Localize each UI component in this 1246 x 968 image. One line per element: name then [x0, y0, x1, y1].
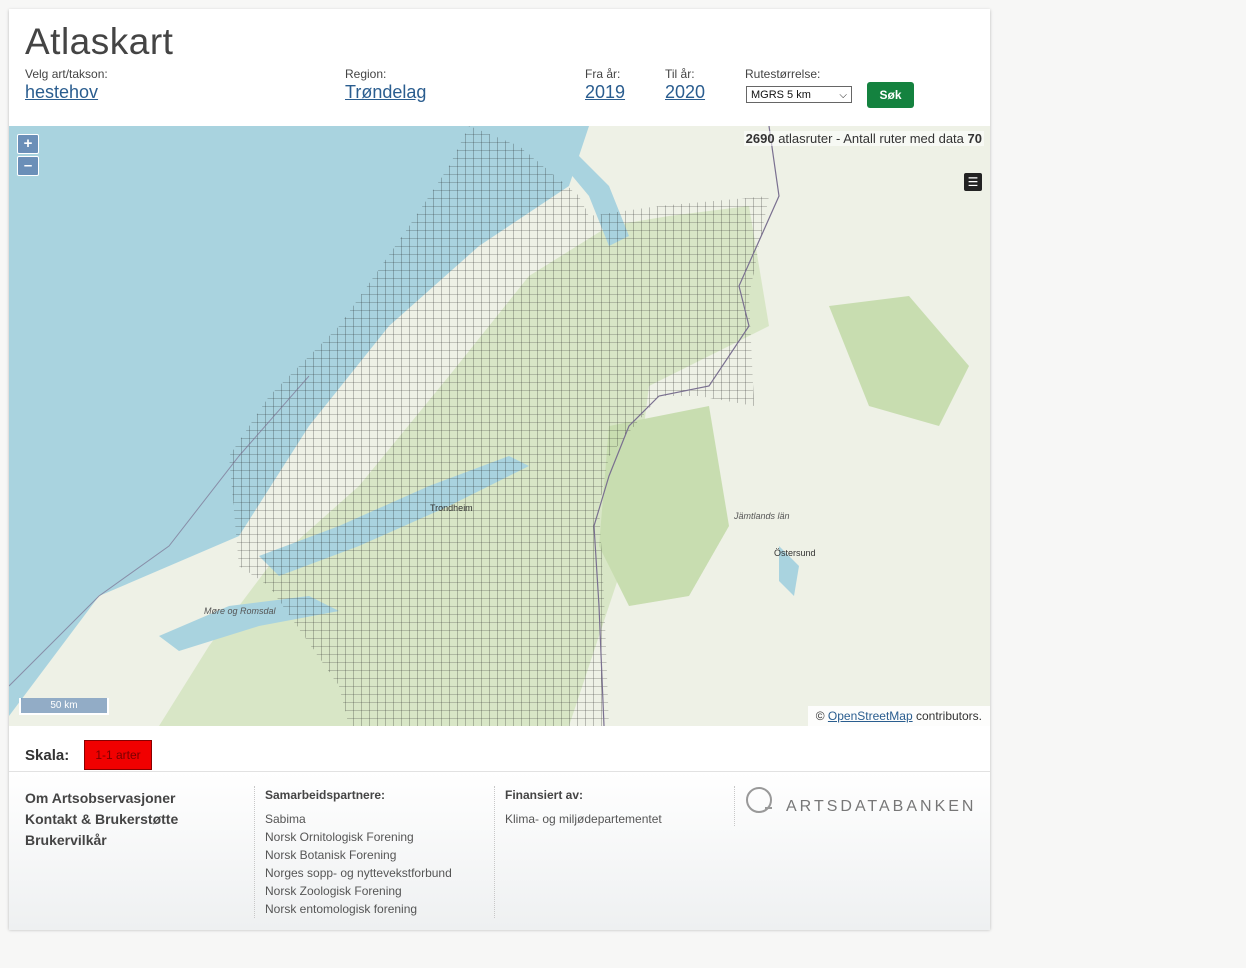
- partner-link[interactable]: Norsk Zoologisk Forening: [265, 884, 452, 902]
- from-year-field: Fra år: 2019: [585, 67, 625, 103]
- zoom-control: + –: [17, 134, 39, 178]
- map-canvas: Trondheim Jämtlands län Östersund Møre o…: [9, 126, 990, 726]
- footer-partners: Samarbeidspartnere: Sabima Norsk Ornitol…: [265, 788, 452, 920]
- legend-entry: 1-1 arter: [84, 740, 152, 770]
- partner-link[interactable]: Norsk entomologisk forening: [265, 902, 452, 920]
- grid-size-label: Rutestørrelse:: [745, 67, 821, 81]
- to-year-field: Til år: 2020: [665, 67, 705, 103]
- zoom-in-button[interactable]: +: [17, 134, 39, 154]
- footer-divider: [254, 786, 255, 918]
- region-label: Region:: [345, 67, 387, 81]
- place-label-ostersund: Östersund: [774, 548, 816, 558]
- zoom-out-button[interactable]: –: [17, 156, 39, 176]
- footer-link-contact[interactable]: Kontakt & Brukerstøtte: [25, 811, 178, 832]
- species-field: Velg art/takson: hestehov: [25, 67, 108, 103]
- logo-text: ARTSDATABANKEN: [786, 798, 977, 815]
- footer: Om Artsobservasjoner Kontakt & Brukerstø…: [9, 771, 990, 930]
- footer-divider: [494, 786, 495, 918]
- grid-size-select[interactable]: MGRS 5 km ⌵: [746, 86, 852, 103]
- page-title: Atlaskart: [25, 21, 174, 62]
- footer-link-about[interactable]: Om Artsobservasjoner: [25, 790, 178, 811]
- legend-title: Skala:: [25, 747, 70, 764]
- chevron-down-icon: ⌵: [839, 90, 847, 101]
- partner-link[interactable]: Sabima: [265, 812, 452, 830]
- route-info: 2690 atlasruter - Antall ruter med data …: [743, 131, 984, 146]
- osm-link[interactable]: OpenStreetMap: [828, 709, 913, 723]
- footer-main-links: Om Artsobservasjoner Kontakt & Brukerstø…: [25, 790, 178, 853]
- footer-divider: [734, 786, 735, 826]
- partner-link[interactable]: Norsk Ornitologisk Forening: [265, 830, 452, 848]
- funded-heading: Finansiert av:: [505, 788, 584, 802]
- from-year-label: Fra år:: [585, 67, 621, 81]
- attribution-suffix: contributors.: [915, 709, 982, 723]
- region-link[interactable]: Trøndelag: [345, 82, 426, 103]
- map-attribution: © OpenStreetMap contributors.: [807, 706, 990, 726]
- funder-link[interactable]: Klima- og miljødepartementet: [505, 812, 662, 830]
- place-label-jamtland: Jämtlands län: [733, 511, 790, 521]
- from-year-link[interactable]: 2019: [585, 82, 625, 103]
- attribution-prefix: ©: [815, 709, 825, 723]
- species-link[interactable]: hestehov: [25, 82, 98, 103]
- main-card: Atlaskart Velg art/takson: hestehov Regi…: [9, 9, 990, 930]
- routes-text: atlasruter - Antall ruter med data: [778, 131, 964, 146]
- partners-heading: Samarbeidspartnere:: [265, 788, 386, 802]
- atlas-map[interactable]: Trondheim Jämtlands län Östersund Møre o…: [9, 126, 990, 726]
- map-scale-bar: 50 km: [19, 698, 109, 715]
- partner-link[interactable]: Norsk Botanisk Forening: [265, 848, 452, 866]
- to-year-label: Til år:: [665, 67, 695, 81]
- search-button[interactable]: Søk: [867, 82, 914, 108]
- species-label: Velg art/takson:: [25, 67, 108, 81]
- place-label-more: Møre og Romsdal: [204, 606, 277, 616]
- footer-funding: Finansiert av: Klima- og miljødepartemen…: [505, 788, 662, 830]
- grid-size-field: Rutestørrelse:: [745, 67, 820, 81]
- layers-icon[interactable]: ☰: [964, 173, 982, 191]
- region-field: Region: Trøndelag: [345, 67, 426, 103]
- to-year-link[interactable]: 2020: [665, 82, 705, 103]
- routes-count: 2690: [745, 131, 775, 146]
- footer-link-terms[interactable]: Brukervilkår: [25, 832, 178, 853]
- logo-icon: [746, 787, 772, 813]
- routes-with-data: 70: [967, 131, 982, 146]
- grid-size-value: MGRS 5 km: [751, 89, 811, 101]
- partner-link[interactable]: Norges sopp- og nyttevekstforbund: [265, 866, 452, 884]
- place-label-trondheim: Trondheim: [430, 503, 473, 513]
